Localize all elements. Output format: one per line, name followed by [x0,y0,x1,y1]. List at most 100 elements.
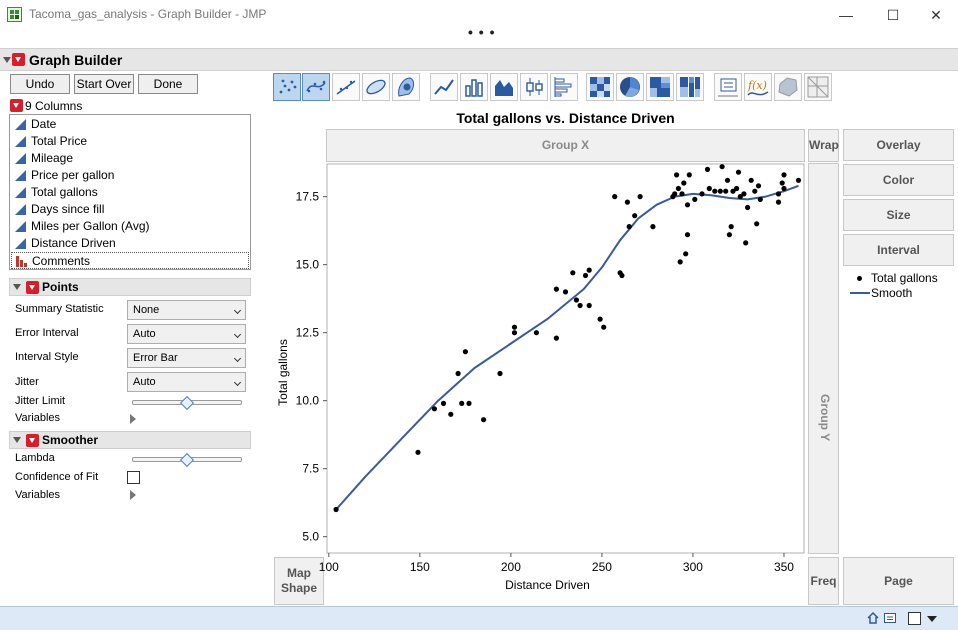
data-point [706,185,712,192]
data-point [743,240,749,246]
minimize-button[interactable]: — [832,4,860,26]
chevron-down-icon[interactable] [927,616,937,622]
heatmap-icon[interactable] [586,73,614,101]
plot-area [326,163,805,554]
interval-style-dropdown[interactable]: Error Bar [127,348,246,368]
summary-statistic-dropdown[interactable]: None [127,300,246,320]
red-triangle-menu-icon[interactable] [12,53,25,66]
layout-box-icon[interactable] [908,612,921,625]
column-item[interactable]: Miles per Gallon (Avg) [11,218,249,235]
column-item[interactable]: Total Price [11,133,249,150]
window-list-icon[interactable] [883,611,897,625]
jitter-dropdown[interactable]: Auto [127,372,246,392]
column-item[interactable]: Distance Driven [11,235,249,252]
data-point [775,191,782,197]
group-y-zone[interactable]: Group Y [808,163,839,554]
done-button[interactable]: Done [138,74,198,94]
data-point [674,172,680,178]
graph-builder-header: Graph Builder [0,48,958,71]
columns-menu-icon[interactable] [10,99,23,112]
data-point [779,180,785,186]
column-label: Total Price [31,134,88,148]
pie-icon[interactable] [616,73,644,101]
data-point [624,199,630,205]
area-icon[interactable] [490,73,518,101]
columns-list[interactable]: Date Total Price Mileage Price per gallon To… [9,114,251,270]
data-point [632,213,638,219]
data-point [781,185,787,192]
data-point [717,188,723,194]
expand-variables-icon[interactable] [130,490,136,500]
error-interval-dropdown[interactable]: Auto [127,324,246,344]
data-point [455,370,461,377]
legend-smooth-label: Smooth [871,286,913,300]
treemap-icon[interactable] [646,73,674,101]
confidence-of-fit-checkbox[interactable] [127,471,140,484]
formula-icon[interactable]: f(x) [744,73,772,101]
start-over-button[interactable]: Start Over [74,74,134,94]
jitter-limit-slider-thumb[interactable] [179,395,195,411]
more-options-icon[interactable]: • • • [468,25,495,39]
lambda-label: Lambda [15,452,55,464]
ellipse-icon[interactable] [362,73,390,101]
histogram-icon[interactable] [550,73,578,101]
box-plot-icon[interactable] [520,73,548,101]
column-label: Total gallons [31,185,98,199]
disclosure-icon[interactable] [13,284,21,290]
bar-icon[interactable] [460,73,488,101]
home-icon[interactable] [866,611,880,625]
group-y-label: Group Y [818,394,832,442]
legend-points-label: Total gallons [871,271,938,285]
data-point [586,302,592,309]
continuous-column-icon [15,238,26,249]
continuous-column-icon [15,136,26,147]
disclosure-icon[interactable] [3,57,11,63]
smoother-icon[interactable] [302,73,330,101]
group-x-zone[interactable]: Group X [326,129,805,162]
nominal-column-icon [16,256,27,267]
smoother-section-header[interactable]: Smoother [9,431,251,449]
close-button[interactable]: ✕ [922,4,950,26]
caption-box-icon[interactable] [714,73,742,101]
column-item[interactable]: Comments [11,252,249,269]
contour-icon[interactable] [392,73,420,101]
overlay-zone[interactable]: Overlay [843,129,954,161]
line-of-fit-icon[interactable] [332,73,360,101]
undo-button[interactable]: Undo [10,74,70,94]
expand-variables-icon[interactable] [130,414,136,424]
points-section-header[interactable]: Points [9,278,251,296]
lambda-slider-thumb[interactable] [179,452,195,468]
column-item[interactable]: Total gallons [11,184,249,201]
column-item[interactable]: Days since fill [11,201,249,218]
data-point [684,232,691,238]
map-lines-icon[interactable] [804,73,832,101]
data-point [511,330,518,336]
points-icon[interactable] [273,73,301,101]
disclosure-icon[interactable] [13,437,21,443]
data-point [712,188,718,194]
size-zone[interactable]: Size [843,199,954,231]
mosaic-icon[interactable] [676,73,704,101]
smoother-menu-icon[interactable] [26,434,39,447]
column-item[interactable]: Date [11,116,249,133]
column-item[interactable]: Price per gallon [11,167,249,184]
confidence-of-fit-label: Confidence of Fit [15,471,99,483]
continuous-column-icon [15,221,26,232]
data-point [723,188,729,194]
points-menu-icon[interactable] [26,281,39,294]
data-point [683,251,689,257]
page-zone[interactable]: Page [843,557,954,605]
data-point [719,164,725,170]
data-point [757,196,763,202]
column-item[interactable]: Mileage [11,150,249,167]
map-shapes-icon[interactable] [774,73,802,101]
data-point [741,191,747,197]
data-point [626,224,632,230]
freq-zone[interactable]: Freq [808,557,839,605]
data-point [726,232,732,238]
wrap-zone[interactable]: Wrap [808,129,839,162]
line-icon[interactable] [430,73,458,101]
maximize-button[interactable]: ☐ [879,4,907,26]
color-zone[interactable]: Color [843,164,954,196]
interval-zone[interactable]: Interval [843,234,954,266]
